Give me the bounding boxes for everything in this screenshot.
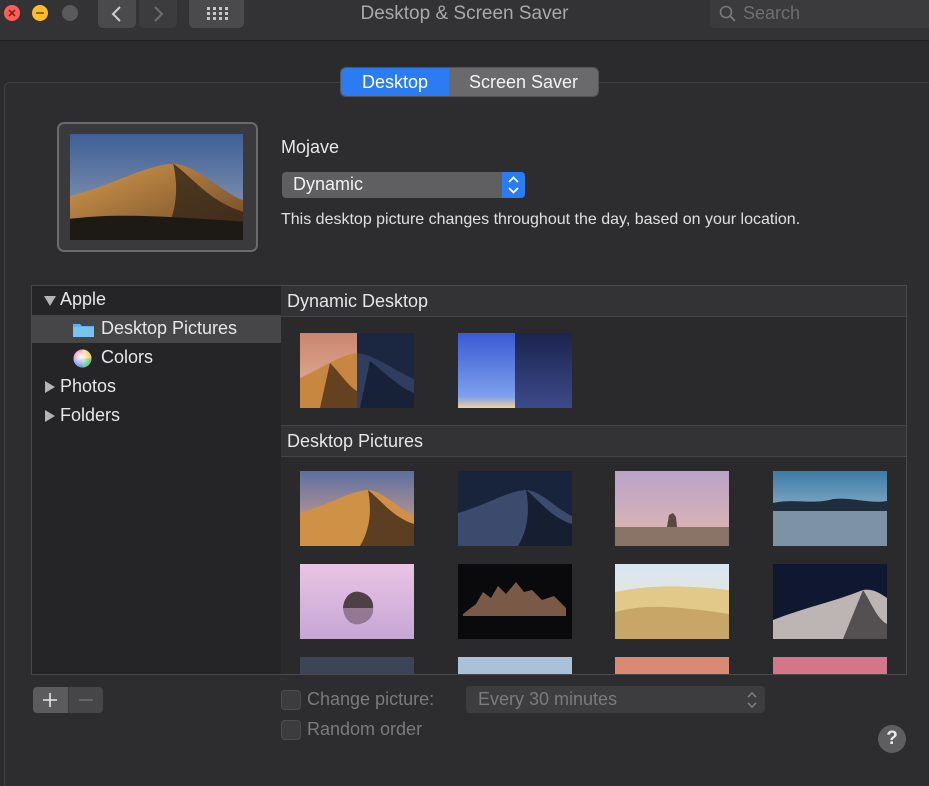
popup-arrows-icon — [502, 172, 525, 198]
disclosure-open-icon[interactable] — [44, 296, 56, 306]
thumbnail-solar-gradients[interactable] — [458, 333, 572, 408]
thumbnail-mojave-day[interactable] — [300, 471, 414, 546]
section-title: Desktop Pictures — [287, 431, 424, 451]
search-field[interactable]: Search — [710, 0, 929, 28]
sidebar-item-folders[interactable]: Folders — [32, 402, 281, 430]
search-icon — [719, 5, 736, 22]
thumbnail-partial[interactable] — [773, 657, 887, 674]
plus-icon — [43, 693, 58, 707]
thumbnail-lake-rock[interactable] — [300, 564, 414, 639]
color-wheel-icon — [73, 349, 92, 368]
sidebar-item-colors[interactable]: Colors — [32, 344, 281, 372]
tab-bar: Desktop Screen Saver — [341, 68, 598, 96]
title-bar: Desktop & Screen Saver Search — [0, 0, 929, 41]
folder-icon — [73, 324, 94, 337]
minus-icon — [78, 699, 93, 701]
current-wallpaper-preview — [57, 122, 258, 252]
remove-folder-button[interactable] — [68, 687, 103, 713]
sidebar-item-label: Apple — [60, 289, 107, 309]
thumbnail-desert-rock[interactable] — [615, 471, 729, 546]
tab-screen-saver[interactable]: Screen Saver — [449, 68, 598, 96]
mode-value: Dynamic — [293, 174, 364, 194]
thumbnail-mojave-night[interactable] — [458, 471, 572, 546]
sidebar-item-label: Folders — [60, 405, 121, 425]
sidebar-item-apple[interactable]: Apple — [32, 286, 281, 314]
thumbnail-dune-night[interactable] — [773, 564, 887, 639]
section-header-dynamic-desktop: Dynamic Desktop — [281, 286, 906, 317]
picture-gallery: Dynamic Desktop Desktop Pictures — [281, 285, 907, 675]
source-list: Apple Desktop Pictures Colors Photos Fol… — [31, 285, 282, 675]
preview-image — [70, 134, 243, 240]
change-picture-label: Change picture: — [307, 689, 435, 709]
sidebar-item-label: Photos — [60, 376, 117, 396]
thumbnail-salt-flat[interactable] — [773, 471, 887, 546]
thumbnail-partial[interactable] — [300, 657, 414, 674]
change-picture-checkbox[interactable] — [281, 690, 301, 710]
sidebar-item-desktop-pictures[interactable]: Desktop Pictures — [32, 315, 281, 343]
mode-popup[interactable]: Dynamic — [282, 172, 525, 198]
thumbnail-mojave-dynamic[interactable] — [300, 333, 414, 408]
add-folder-button[interactable] — [33, 687, 69, 713]
random-order-checkbox[interactable] — [281, 720, 301, 740]
interval-value: Every 30 minutes — [478, 689, 618, 709]
section-header-desktop-pictures: Desktop Pictures — [281, 425, 906, 457]
search-placeholder: Search — [743, 3, 801, 23]
section-title: Dynamic Desktop — [287, 291, 429, 311]
sidebar-item-label: Colors — [101, 347, 154, 367]
wallpaper-description: This desktop picture changes throughout … — [281, 211, 801, 228]
popup-arrows-icon — [747, 691, 757, 709]
sidebar-item-photos[interactable]: Photos — [32, 373, 281, 401]
disclosure-closed-icon[interactable] — [45, 381, 55, 393]
thumbnail-partial[interactable] — [615, 657, 729, 674]
random-order-label: Random order — [307, 719, 423, 739]
thumbnail-sand-dunes[interactable] — [615, 564, 729, 639]
disclosure-closed-icon[interactable] — [45, 410, 55, 422]
help-button[interactable]: ? — [878, 725, 906, 753]
add-remove-control — [33, 687, 103, 713]
wallpaper-name: Mojave — [281, 137, 340, 157]
thumbnail-partial[interactable] — [458, 657, 572, 674]
interval-popup[interactable]: Every 30 minutes — [466, 686, 765, 713]
thumbnail-tufa-night[interactable] — [458, 564, 572, 639]
tab-desktop[interactable]: Desktop — [341, 68, 449, 96]
sidebar-item-label: Desktop Pictures — [101, 318, 238, 338]
